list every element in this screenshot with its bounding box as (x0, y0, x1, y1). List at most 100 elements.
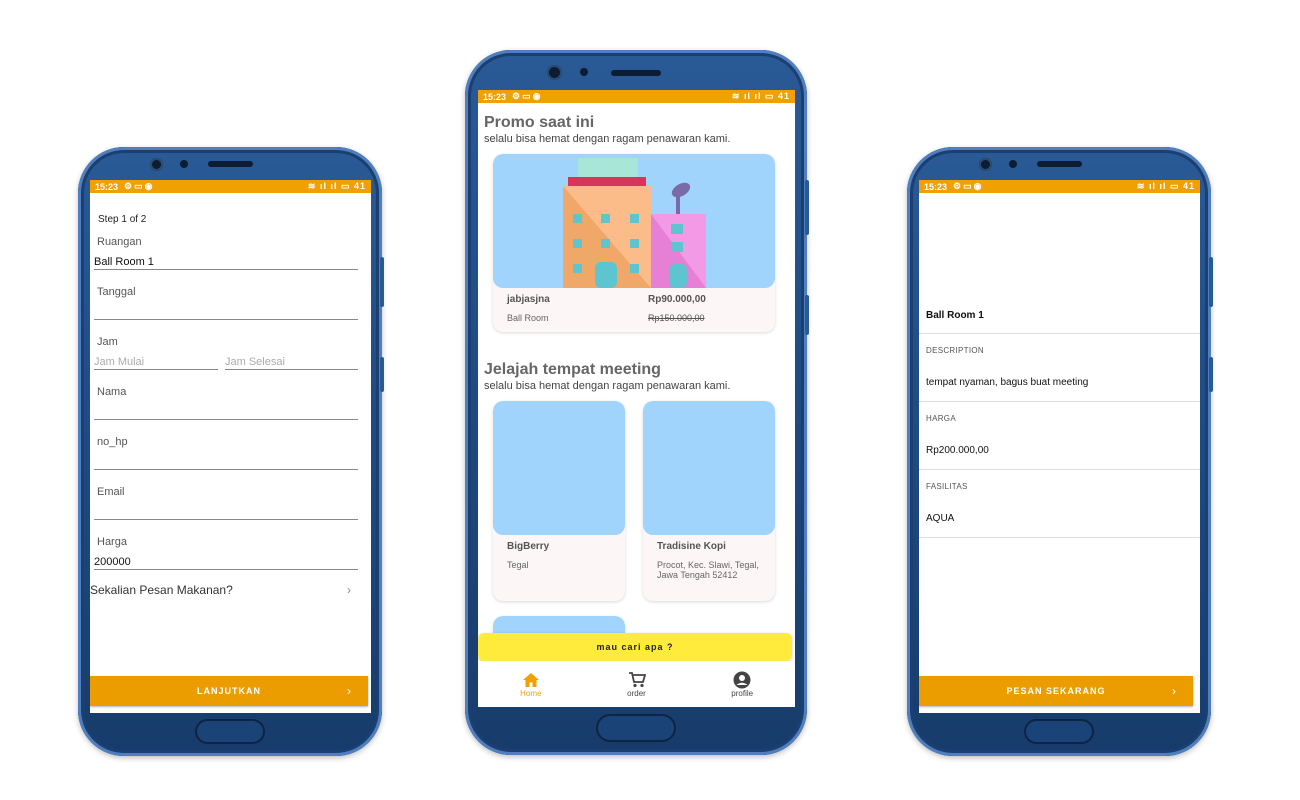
nama-underline (94, 419, 358, 420)
divider (919, 537, 1200, 538)
nav-order[interactable]: order (584, 661, 690, 707)
promo-image (493, 154, 775, 288)
nav-profile-label: profile (731, 688, 754, 698)
nav-order-label: order (627, 688, 646, 698)
venue-address: Tegal (507, 560, 529, 570)
bottom-navigation: Home order profile (478, 661, 795, 707)
venue-image (643, 401, 775, 535)
promo-card[interactable]: jabjasjna Ball Room Rp90.000,00 Rp150.00… (493, 154, 775, 332)
promo-section-subtitle: selalu bisa hemat dengan ragam penawaran… (484, 133, 731, 145)
venue-image (493, 401, 625, 535)
search-button[interactable]: mau cari apa ? (478, 633, 792, 661)
jam-mulai-field[interactable]: Jam Mulai (94, 356, 144, 368)
status-time: 15:23 (95, 181, 119, 192)
jam-selesai-underline (225, 369, 358, 370)
order-now-button[interactable]: PESAN SEKARANG › (919, 676, 1193, 706)
side-button[interactable] (805, 295, 809, 335)
cart-icon (628, 671, 646, 689)
signal-icons: ≋ ıl ıl ▭ 41 (307, 181, 366, 191)
front-camera (547, 65, 562, 80)
booking-form-screen: 15:23 ⚙▭◉ ≋ ıl ıl ▭ 41 Step 1 of 2 Ruang… (90, 180, 371, 713)
signal-icons: ≋ ıl ıl ▭ 41 (731, 91, 790, 101)
food-order-option[interactable]: Sekalian Pesan Makanan? (90, 583, 233, 597)
home-button[interactable] (1024, 719, 1094, 744)
status-time: 15:23 (924, 181, 948, 192)
explore-section-subtitle: selalu bisa hemat dengan ragam penawaran… (484, 380, 731, 392)
side-button[interactable] (1209, 357, 1213, 392)
home-button[interactable] (195, 719, 265, 744)
side-button[interactable] (380, 357, 384, 392)
signal-icons: ≋ ıl ıl ▭ 41 (1136, 181, 1195, 191)
sensor-dot (580, 68, 588, 76)
no-hp-label: no_hp (97, 436, 128, 448)
fasilitas-value: AQUA (926, 513, 955, 524)
venue-card[interactable]: Tradisine Kopi Procot, Kec. Slawi, Tegal… (643, 401, 775, 601)
tanggal-underline (94, 319, 358, 320)
notification-icons: ⚙▭◉ (512, 91, 543, 101)
side-button[interactable] (805, 180, 809, 235)
front-camera (979, 158, 992, 171)
promo-old-price: Rp150.000,00 (648, 313, 705, 323)
front-camera (150, 158, 163, 171)
sensor-dot (1009, 160, 1017, 168)
earpiece-speaker (1037, 161, 1082, 167)
side-button[interactable] (380, 257, 384, 307)
promo-price: Rp90.000,00 (648, 294, 706, 305)
tanggal-field[interactable] (94, 300, 358, 318)
earpiece-speaker (611, 70, 661, 76)
step-indicator: Step 1 of 2 (98, 214, 147, 225)
earpiece-speaker (208, 161, 253, 167)
sensor-dot (180, 160, 188, 168)
continue-button[interactable]: LANJUTKAN › (90, 676, 368, 706)
room-detail-screen: 15:23 ⚙▭◉ ≋ ıl ıl ▭ 41 Ball Room 1 DESCR… (919, 180, 1200, 713)
ruangan-label: Ruangan (97, 236, 142, 248)
nav-home[interactable]: Home (478, 661, 584, 707)
email-field[interactable] (94, 500, 358, 518)
harga-label: HARGA (926, 414, 956, 423)
jam-label: Jam (97, 336, 118, 348)
no-hp-underline (94, 469, 358, 470)
jam-mulai-underline (94, 369, 218, 370)
home-screen: 15:23 ⚙▭◉ ≋ ıl ıl ▭ 41 Promo saat ini se… (478, 90, 795, 707)
notification-icons: ⚙▭◉ (124, 181, 155, 191)
nav-home-label: Home (520, 688, 542, 698)
status-bar: 15:23 ⚙▭◉ ≋ ıl ıl ▭ 41 (919, 180, 1200, 193)
venue-card[interactable]: BigBerry Tegal (493, 401, 625, 601)
building-illustration (563, 158, 706, 288)
ruangan-field[interactable]: Ball Room 1 (94, 256, 154, 268)
phone-center: 15:23 ⚙▭◉ ≋ ıl ıl ▭ 41 Promo saat ini se… (465, 50, 809, 755)
notification-icons: ⚙▭◉ (953, 181, 984, 191)
description-label: DESCRIPTION (926, 346, 984, 355)
venue-name: Tradisine Kopi (657, 541, 726, 552)
home-button[interactable] (596, 714, 676, 742)
divider (919, 469, 1200, 470)
phone-left: 15:23 ⚙▭◉ ≋ ıl ıl ▭ 41 Step 1 of 2 Ruang… (78, 147, 384, 756)
no-hp-field[interactable] (94, 450, 358, 468)
chevron-right-icon: › (347, 684, 352, 698)
venue-name: BigBerry (507, 541, 550, 552)
status-bar: 15:23 ⚙▭◉ ≋ ıl ıl ▭ 41 (90, 180, 371, 193)
jam-selesai-field[interactable]: Jam Selesai (225, 356, 285, 368)
nama-label: Nama (97, 386, 127, 398)
nav-profile[interactable]: profile (689, 661, 795, 707)
email-underline (94, 519, 358, 520)
venue-address: Procot, Kec. Slawi, Tegal, Jawa Tengah 5… (657, 560, 759, 580)
order-now-label: PESAN SEKARANG (1006, 686, 1106, 696)
email-label: Email (97, 486, 125, 498)
promo-venue-name: jabjasjna (507, 294, 550, 305)
phone-right: 15:23 ⚙▭◉ ≋ ıl ıl ▭ 41 Ball Room 1 DESCR… (907, 147, 1213, 756)
chevron-right-icon: › (347, 583, 351, 597)
description-value: tempat nyaman, bagus buat meeting (926, 377, 1089, 388)
divider (919, 333, 1200, 334)
stage: 15:23 ⚙▭◉ ≋ ıl ıl ▭ 41 Step 1 of 2 Ruang… (0, 0, 1300, 800)
room-title: Ball Room 1 (926, 310, 984, 321)
fasilitas-label: FASILITAS (926, 482, 968, 491)
promo-section-title: Promo saat ini (484, 114, 595, 131)
account-circle-icon (733, 671, 751, 689)
nama-field[interactable] (94, 400, 358, 418)
harga-label: Harga (97, 536, 127, 548)
ruangan-underline (94, 269, 358, 270)
harga-field[interactable]: 200000 (94, 556, 131, 568)
status-bar: 15:23 ⚙▭◉ ≋ ıl ıl ▭ 41 (478, 90, 795, 103)
side-button[interactable] (1209, 257, 1213, 307)
